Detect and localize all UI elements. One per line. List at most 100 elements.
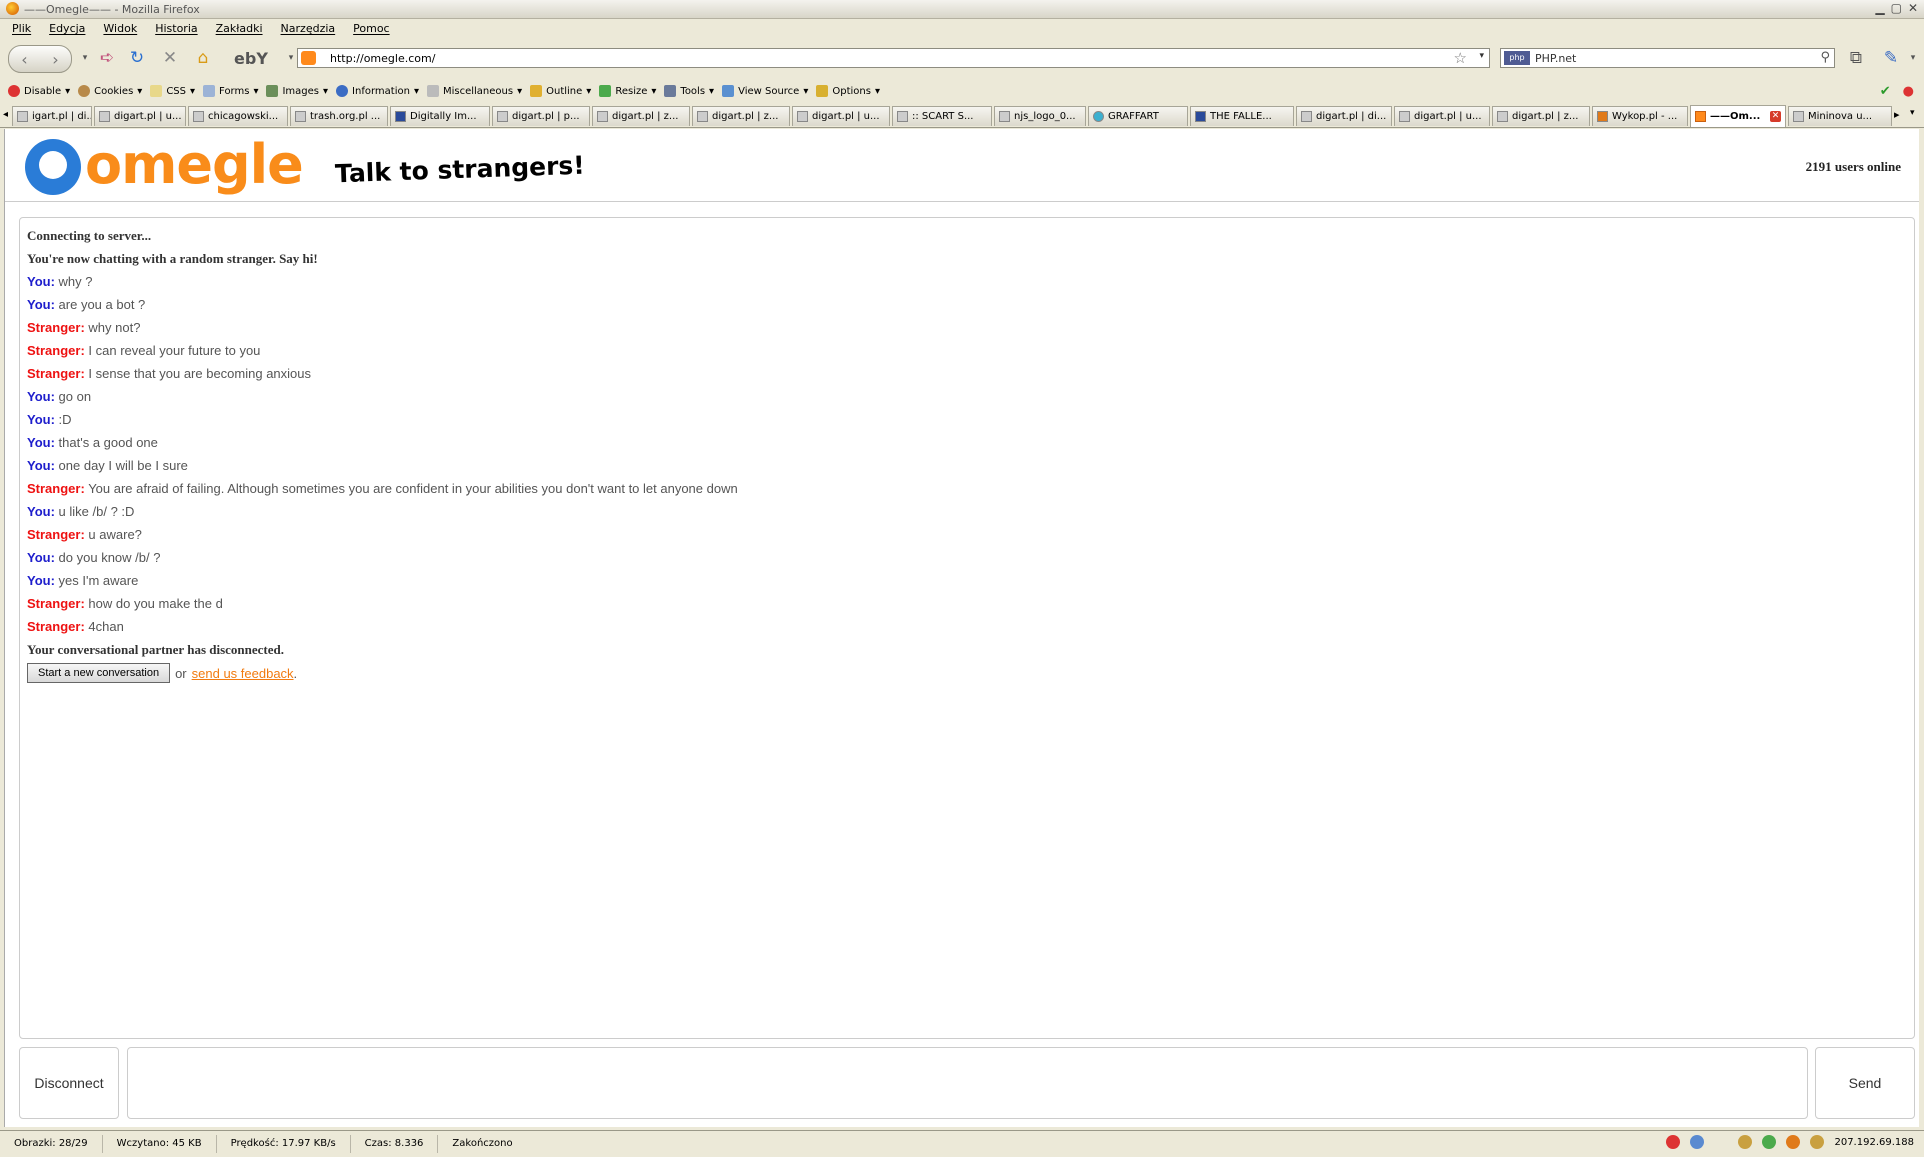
dev-options[interactable]: Options ▾: [816, 85, 880, 97]
end-actions: Start a new conversation or send us feed…: [27, 663, 738, 683]
firefox-status-icon[interactable]: [1786, 1135, 1801, 1149]
stop-icon[interactable]: ✕: [157, 46, 183, 70]
tab-0[interactable]: igart.pl | di...: [12, 106, 92, 126]
tab-11[interactable]: GRAFFART: [1088, 106, 1188, 126]
disconnect-button[interactable]: Disconnect: [19, 1047, 119, 1119]
ebay-button[interactable]: ebY: [226, 46, 276, 70]
menu-plik[interactable]: Plik: [12, 19, 31, 39]
tab-8[interactable]: digart.pl | u...: [792, 106, 890, 126]
url-input[interactable]: http://omegle.com/: [330, 52, 435, 65]
menu-edycja[interactable]: Edycja: [49, 19, 85, 39]
dev-disable[interactable]: Disable ▾: [8, 85, 70, 97]
menu-historia[interactable]: Historia: [155, 19, 197, 39]
minimize-icon[interactable]: ▁: [1875, 1, 1884, 15]
tab-2[interactable]: chicagowski...: [188, 106, 288, 126]
dev-css[interactable]: CSS ▾: [150, 85, 195, 97]
tab-1[interactable]: digart.pl | u...: [94, 106, 186, 126]
dev-information[interactable]: Information ▾: [336, 85, 419, 97]
search-icon[interactable]: ⚲: [1820, 50, 1830, 65]
tab-9[interactable]: :: SCART S...: [892, 106, 992, 126]
tab-favicon-icon: [1597, 111, 1608, 122]
menu-pomoc[interactable]: Pomoc: [353, 19, 389, 39]
tab-10[interactable]: njs_logo_0...: [994, 106, 1086, 126]
extension-icon[interactable]: [1810, 1135, 1825, 1149]
bookmark-star-icon[interactable]: ☆: [1454, 49, 1467, 67]
window-switch-icon[interactable]: ⧉: [1843, 46, 1869, 70]
css-icon: [150, 85, 163, 97]
dev-outline[interactable]: Outline ▾: [530, 85, 591, 97]
tab-favicon-icon: [193, 111, 204, 122]
status-time: Czas: 8.336: [351, 1135, 439, 1153]
tab-list-dropdown-icon[interactable]: ▾: [1910, 108, 1915, 118]
search-engine-icon[interactable]: php: [1504, 51, 1530, 65]
tab-favicon-icon: [1793, 111, 1804, 122]
forward-icon[interactable]: ›: [52, 50, 58, 69]
close-tab-icon[interactable]: ✕: [1770, 111, 1781, 122]
tab-bar: ◂ igart.pl | di... digart.pl | u... chic…: [0, 105, 1924, 128]
tab-5[interactable]: digart.pl | p...: [492, 106, 590, 126]
menu-widok[interactable]: Widok: [103, 19, 137, 39]
send-link-icon[interactable]: ➪: [94, 46, 120, 70]
search-bar[interactable]: php PHP.net ⚲: [1500, 48, 1835, 68]
tab-6[interactable]: digart.pl | z...: [592, 106, 690, 126]
chat-status-line: You're now chatting with a random strang…: [27, 247, 738, 270]
menu-narzedzia[interactable]: Narzędzia: [281, 19, 336, 39]
speaker-you: You:: [27, 274, 55, 289]
home-icon[interactable]: ⌂: [190, 46, 216, 70]
new-conversation-button[interactable]: Start a new conversation: [27, 663, 171, 683]
view-source-icon: [722, 85, 735, 97]
tab-3[interactable]: trash.org.pl ...: [290, 106, 388, 126]
tab-14[interactable]: digart.pl | u...: [1394, 106, 1490, 126]
url-bar[interactable]: http://omegle.com/ ☆ ▾: [297, 48, 1490, 68]
dev-images[interactable]: Images ▾: [266, 85, 328, 97]
tab-16[interactable]: Wykop.pl - ...: [1592, 106, 1688, 126]
search-input[interactable]: PHP.net: [1535, 52, 1576, 65]
reload-icon[interactable]: ↻: [124, 46, 150, 70]
dev-miscellaneous[interactable]: Miscellaneous ▾: [426, 85, 522, 97]
dev-view-source[interactable]: View Source ▾: [722, 85, 808, 97]
tab-favicon-icon: [1195, 111, 1206, 122]
check-icon[interactable]: [1762, 1135, 1777, 1149]
validation-ok-icon[interactable]: ✔: [1880, 84, 1891, 99]
information-icon: [336, 85, 349, 97]
status-speed: Prędkość: 17.97 KB/s: [217, 1135, 351, 1153]
tab-15[interactable]: digart.pl | z...: [1492, 106, 1590, 126]
message-input[interactable]: [127, 1047, 1808, 1119]
speaker-you: You:: [27, 573, 55, 588]
tab-7[interactable]: digart.pl | z...: [692, 106, 790, 126]
scroll-tabs-right-icon[interactable]: ▸: [1894, 108, 1900, 121]
dev-resize[interactable]: Resize ▾: [599, 85, 656, 97]
scroll-tabs-left-icon[interactable]: ◂: [3, 109, 8, 120]
message-text: how do you make the d: [88, 596, 223, 611]
dev-tools[interactable]: Tools ▾: [664, 85, 714, 97]
menu-zakladki[interactable]: Zakładki: [216, 19, 263, 39]
status-text: Your conversational partner has disconne…: [27, 642, 284, 657]
tab-4[interactable]: Digitally Im...: [390, 106, 490, 126]
dev-cookies[interactable]: Cookies ▾: [78, 85, 142, 97]
message-text: are you a bot ?: [58, 297, 146, 312]
tab-17-active[interactable]: ——Om... ✕: [1690, 105, 1786, 127]
send-feedback-link[interactable]: send us feedback: [192, 666, 294, 681]
chat-message: You: one day I will be I sure: [27, 454, 738, 477]
toolbar-dropdown-icon[interactable]: ▾: [1900, 46, 1924, 70]
send-button[interactable]: Send: [1815, 1047, 1915, 1119]
maximize-icon[interactable]: ▢: [1891, 1, 1902, 15]
message-text: why ?: [58, 274, 93, 289]
close-window-icon[interactable]: ✕: [1908, 1, 1918, 15]
url-dropdown-icon[interactable]: ▾: [1479, 51, 1484, 61]
speaker-stranger: Stranger:: [27, 527, 85, 542]
adblock-icon[interactable]: [1666, 1135, 1681, 1149]
tab-13[interactable]: digart.pl | di...: [1296, 106, 1392, 126]
error-icon[interactable]: ●: [1903, 84, 1914, 99]
dev-forms[interactable]: Forms ▾: [203, 85, 258, 97]
chat-log[interactable]: Connecting to server... You're now chatti…: [19, 217, 1915, 1039]
sync-icon[interactable]: [1690, 1135, 1705, 1149]
speaker-you: You:: [27, 389, 55, 404]
tab-12[interactable]: THE FALLE...: [1190, 106, 1294, 126]
or-text: or: [175, 665, 187, 681]
omegle-header: omegle Talk to strangers! 2191 users onl…: [5, 129, 1919, 202]
tab-18[interactable]: Mininova u...: [1788, 106, 1892, 126]
back-icon[interactable]: ‹: [21, 50, 27, 69]
monkey-icon[interactable]: [1738, 1135, 1753, 1149]
speaker-you: You:: [27, 504, 55, 519]
